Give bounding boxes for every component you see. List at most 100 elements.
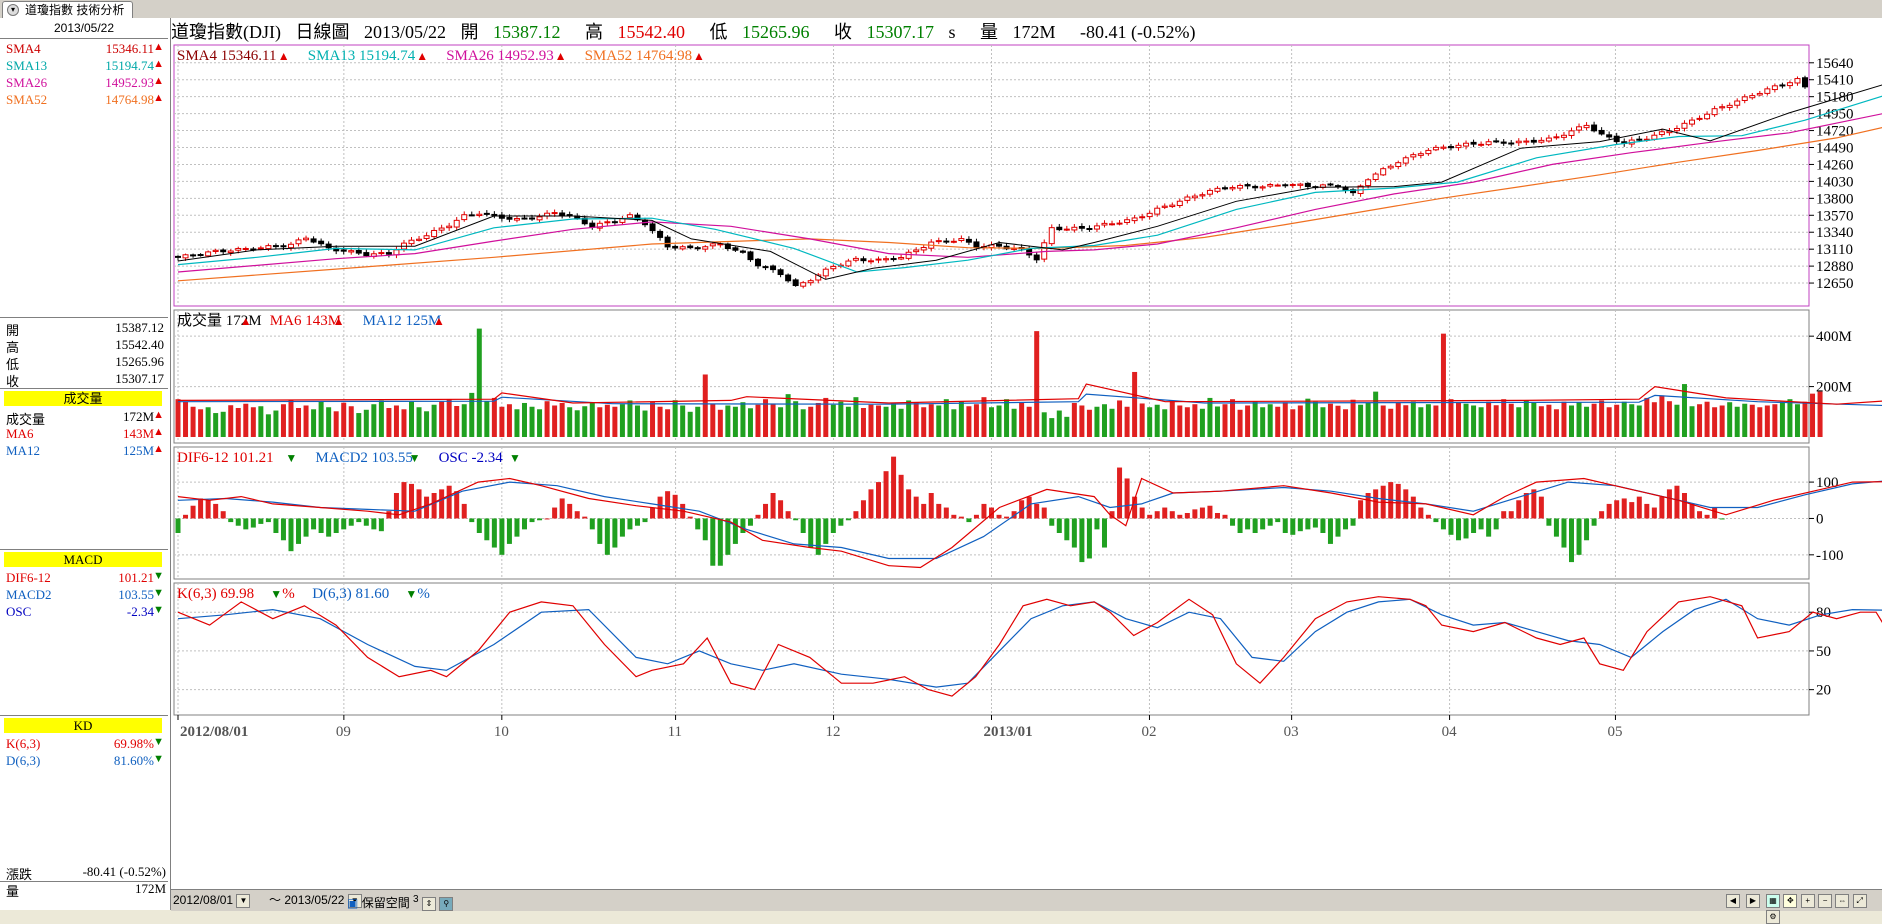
expand-icon[interactable]: ⤢ [1852, 893, 1867, 908]
candle-up [702, 246, 709, 250]
osc-bar [717, 518, 723, 566]
osc-bar [1169, 511, 1175, 519]
osc-bar [1124, 478, 1130, 519]
volume-bar [627, 400, 633, 437]
volume-bar [1320, 407, 1326, 437]
candle-down [1598, 129, 1605, 135]
volume-bar [898, 408, 904, 437]
volume-bar [619, 404, 625, 437]
osc-bar [1584, 518, 1590, 541]
osc-bar [770, 493, 776, 519]
volume-bar [1350, 399, 1356, 437]
x-tick-label: 05 [1607, 724, 1622, 740]
candle-up [1297, 183, 1304, 186]
volume-bar [1538, 406, 1544, 437]
settings-icon[interactable]: ⚙ [1766, 909, 1780, 924]
volume-bar [491, 397, 497, 437]
osc-bar [687, 516, 693, 519]
zoom-icon[interactable]: ⚲ [439, 896, 454, 911]
osc-bar [996, 514, 1002, 519]
volume-bar [1712, 407, 1718, 437]
scroll-right[interactable]: ▶ [1746, 892, 1760, 908]
price-y-tick-label: 12650 [1816, 276, 1854, 292]
osc-bar [710, 518, 716, 566]
candle-up [626, 214, 633, 219]
volume-bar [544, 401, 550, 437]
volume-bar [1734, 406, 1740, 437]
volume-legend-item: MA6 143M [270, 313, 341, 329]
stepper-icon[interactable]: ⇕ [421, 896, 436, 911]
camera-icon[interactable]: ▣ [347, 896, 358, 910]
vol-value: 143M [122, 426, 154, 441]
volume-bar [1260, 407, 1266, 437]
volume-bar [1192, 404, 1198, 437]
candle-up [476, 213, 483, 217]
volume-bar [1177, 405, 1183, 437]
from-date-dropdown-icon[interactable]: ▼ [236, 893, 251, 908]
volume-bar [1373, 391, 1379, 437]
pan-icon[interactable]: ✥ [1783, 893, 1798, 908]
osc-bar [469, 518, 475, 523]
down-arrow-icon: ▼ [509, 451, 521, 465]
volume-bar [371, 404, 377, 437]
volume-bar [296, 408, 302, 437]
volume-bar [1719, 405, 1725, 437]
osc-bar [1222, 514, 1228, 519]
scroll-left-icon[interactable]: ◀ [1726, 893, 1740, 908]
osc-bar [1297, 518, 1303, 532]
osc-bar [966, 518, 972, 523]
ohlc-panel: 開 15387.12 高 15542.40 低 15265.96 收 15307.17 [0, 318, 168, 389]
macd-row: OSC -2.34 ▼ [6, 604, 164, 620]
scroll-left[interactable]: ◀ [1726, 892, 1740, 908]
tilde: ～ [269, 893, 282, 907]
candle-up [1372, 173, 1379, 181]
candle-down [770, 265, 777, 271]
volume-bar [951, 409, 957, 437]
osc-bar [1358, 500, 1364, 519]
from-date[interactable]: 2012/08/01 ▼ [173, 892, 251, 908]
osc-bar [1433, 518, 1439, 523]
osc-bar [860, 500, 866, 519]
osc-bar [883, 471, 889, 519]
osc-bar [1305, 518, 1311, 530]
volume-bar [424, 411, 430, 437]
close-icon[interactable]: ▾ [7, 4, 19, 16]
fit-icon[interactable]: ⇔ [1835, 893, 1850, 908]
volume-bar [860, 408, 866, 437]
volume-bar [582, 406, 588, 437]
osc-bar [921, 503, 927, 519]
osc-bar [1478, 518, 1484, 530]
volume-bar [521, 402, 527, 437]
osc-bar [431, 493, 437, 519]
volume-label: 量 [6, 884, 20, 899]
volume-bar [461, 404, 467, 437]
x-tick-label: 11 [668, 724, 682, 740]
candle-down [1222, 187, 1229, 190]
candle-up [1199, 194, 1206, 197]
up-arrow-icon: ▲ [153, 41, 164, 53]
volume-bar [1019, 402, 1025, 437]
keep-space[interactable]: ▣ 保留空間 3 ⇕ ⚲ [347, 892, 454, 911]
macd-value: 103.55 [118, 587, 154, 602]
down-arrow-icon: ▼ [153, 736, 164, 748]
chart-icon[interactable]: ▦ [1766, 893, 1780, 908]
candle-up [1410, 154, 1417, 158]
osc-bar [250, 518, 256, 528]
candle-up [679, 246, 686, 250]
osc-bar [220, 511, 226, 519]
volume-bar [928, 404, 934, 437]
zoom-out-icon[interactable]: − [1818, 893, 1833, 908]
volume-title: 成交量 [4, 391, 162, 406]
volume-bar [1041, 412, 1047, 437]
zoom-in-icon[interactable]: + [1800, 893, 1815, 908]
osc-bar [1591, 518, 1597, 526]
volume-bar [552, 405, 558, 437]
osc-bar [258, 518, 264, 524]
scroll-right-icon[interactable]: ▶ [1746, 893, 1760, 908]
chart-svg[interactable]: 1564015410151801495014720144901426014030… [171, 18, 1882, 889]
osc-bar [386, 511, 392, 519]
volume-bar [213, 413, 219, 437]
osc-bar [627, 518, 633, 530]
osc-bar [1712, 507, 1718, 519]
tab-dji-analysis[interactable]: ▾ 道瓊指數 技術分析 [2, 1, 134, 18]
